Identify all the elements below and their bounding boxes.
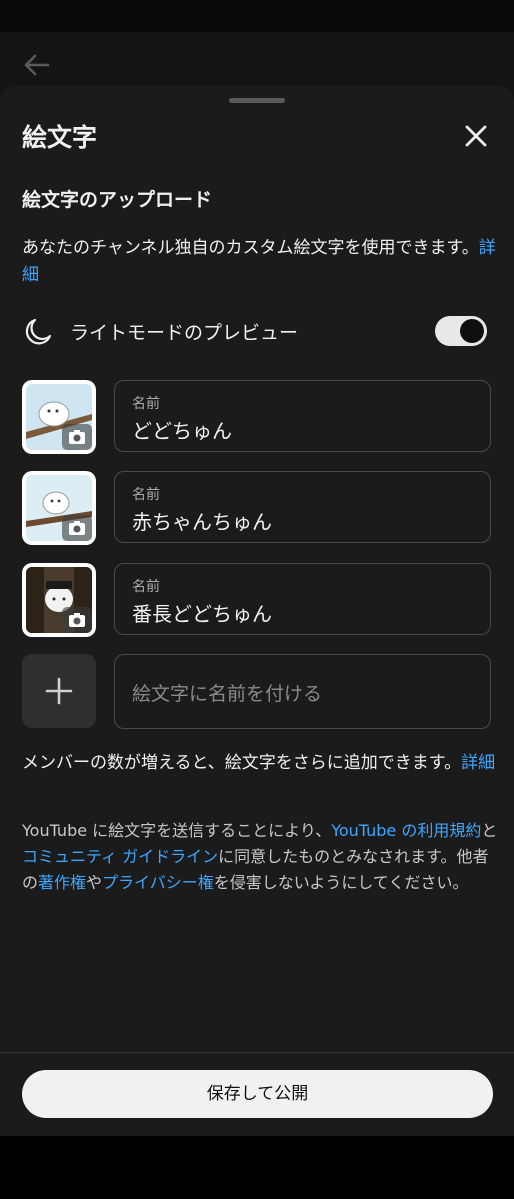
copyright-link[interactable]: 著作権 [38, 873, 86, 892]
privacy-link[interactable]: プライバシー権 [102, 873, 214, 892]
drag-handle[interactable] [229, 98, 285, 103]
terms-of-service-link[interactable]: YouTube の利用規約 [331, 821, 481, 840]
upload-description-text: あなたのチャンネル独自のカスタム絵文字を使用できます。 [22, 238, 479, 258]
toggle-knob [460, 319, 484, 343]
navigation-bar-area [0, 1136, 514, 1199]
emoji-row: 名前 番長どどちゅん [22, 563, 493, 639]
upload-description: あなたのチャンネル独自のカスタム絵文字を使用できます。詳細 [22, 235, 498, 289]
save-and-publish-button[interactable]: 保存して公開 [22, 1070, 493, 1118]
member-note: メンバーの数が増えると、絵文字をさらに追加できます。詳細 [22, 750, 498, 776]
terms-text: や [86, 873, 103, 892]
add-emoji-button[interactable] [22, 654, 96, 728]
terms-note: YouTube に絵文字を送信することにより、YouTube の利用規約とコミュ… [22, 818, 498, 896]
emoji-row: 名前 赤ちゃんちゅん [22, 471, 493, 547]
member-details-link[interactable]: 詳細 [461, 753, 495, 773]
preview-label: ライトモードのプレビュー [70, 322, 299, 344]
footer-divider [0, 1052, 514, 1053]
terms-text: YouTube に絵文字を送信することにより、 [22, 821, 332, 840]
field-value[interactable]: 番長どどちゅん [132, 598, 272, 627]
upload-section-title: 絵文字のアップロード [22, 189, 213, 211]
field-label: 名前 [132, 396, 160, 412]
camera-icon[interactable] [62, 424, 92, 450]
community-guidelines-link[interactable]: コミュニティ ガイドライン [22, 847, 218, 866]
field-label: 名前 [132, 487, 160, 503]
status-bar [0, 0, 514, 32]
plus-icon [45, 677, 73, 705]
emoji-name-field[interactable]: 名前 赤ちゃんちゅん [114, 471, 491, 543]
camera-icon[interactable] [62, 515, 92, 541]
member-note-text: メンバーの数が増えると、絵文字をさらに追加できます。 [22, 753, 462, 773]
moon-icon [25, 318, 52, 345]
emoji-thumbnail[interactable] [22, 563, 96, 637]
field-value[interactable]: 赤ちゃんちゅん [132, 506, 272, 535]
emoji-thumbnail[interactable] [22, 380, 96, 454]
sheet-title: 絵文字 [22, 123, 98, 152]
terms-text: と [481, 821, 498, 840]
arrow-left-icon[interactable] [22, 50, 52, 80]
new-emoji-row: 絵文字に名前を付ける [22, 654, 493, 730]
emoji-row: 名前 どどちゅん [22, 380, 493, 456]
field-value[interactable]: どどちゅん [132, 415, 232, 444]
new-emoji-name-field[interactable]: 絵文字に名前を付ける [114, 654, 491, 729]
emoji-name-field[interactable]: 名前 番長どどちゅん [114, 563, 491, 635]
light-mode-preview-row: ライトモードのプレビュー [22, 312, 492, 352]
camera-icon[interactable] [62, 607, 92, 633]
field-placeholder[interactable]: 絵文字に名前を付ける [132, 679, 322, 706]
emoji-thumbnail[interactable] [22, 471, 96, 545]
terms-text: を侵害しないようにしてください。 [213, 873, 469, 892]
emoji-name-field[interactable]: 名前 どどちゅん [114, 380, 491, 452]
emoji-bottom-sheet: 絵文字 絵文字のアップロード あなたのチャンネル独自のカスタム絵文字を使用できま… [0, 86, 514, 1136]
close-icon[interactable] [460, 120, 492, 152]
light-mode-toggle[interactable] [435, 316, 487, 346]
field-label: 名前 [132, 579, 160, 595]
